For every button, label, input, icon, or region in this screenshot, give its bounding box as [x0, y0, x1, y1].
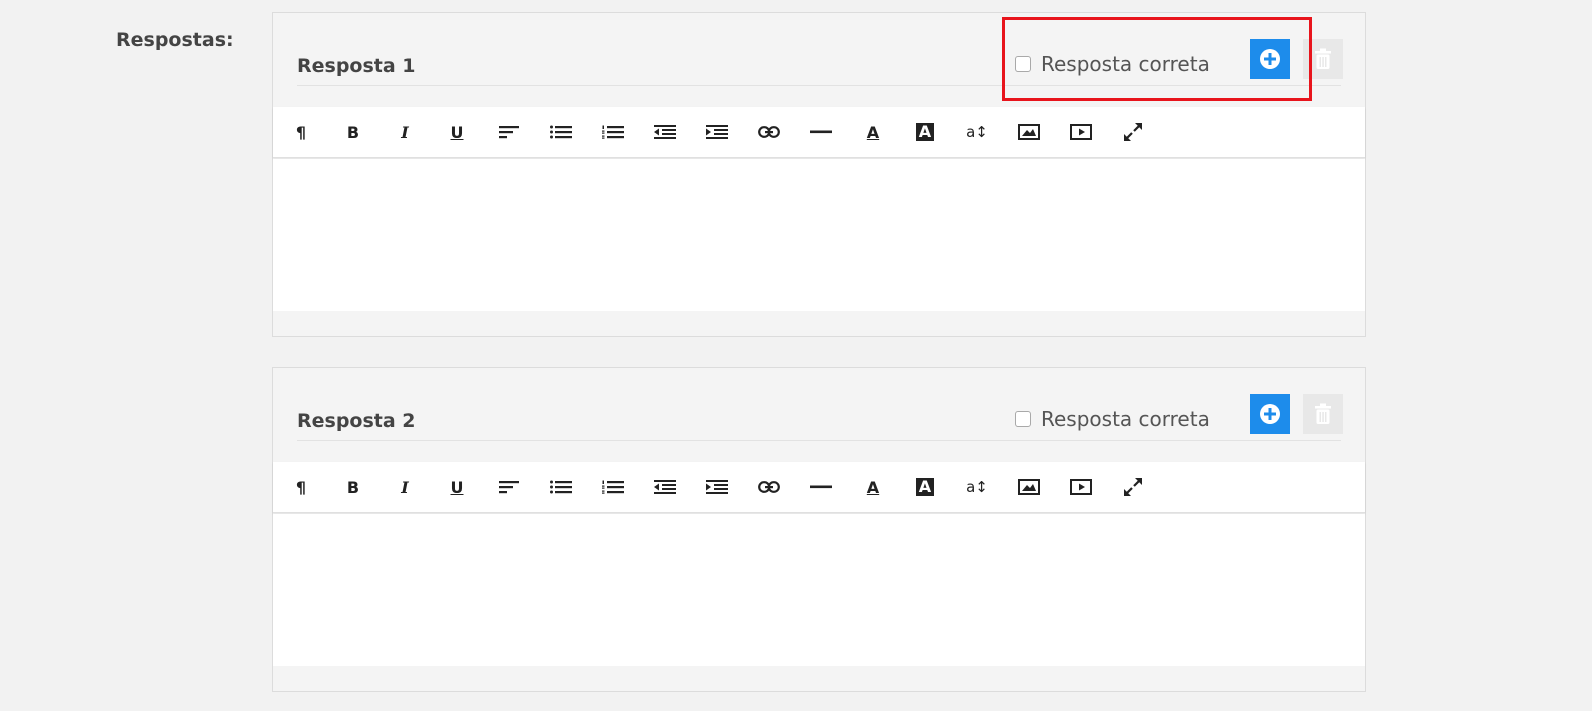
font-size-icon: a↕	[966, 123, 988, 141]
trash-icon	[1315, 403, 1331, 424]
link-icon	[758, 126, 780, 138]
background-color-button[interactable]: A	[911, 120, 939, 144]
paragraph-icon: ¶	[295, 477, 307, 497]
italic-button[interactable]: I	[391, 475, 419, 499]
bullet-list-icon	[550, 125, 572, 139]
highlight-annotation-box	[1002, 17, 1312, 101]
fullscreen-button[interactable]	[1119, 120, 1147, 144]
horizontal-rule-button[interactable]	[807, 475, 835, 499]
insert-image-button[interactable]	[1015, 120, 1043, 144]
background-color-icon: A	[915, 123, 935, 141]
italic-icon: I	[401, 477, 409, 497]
expand-icon	[1124, 478, 1142, 496]
indent-icon	[706, 480, 728, 494]
font-color-button[interactable]: A	[859, 120, 887, 144]
font-size-icon: a↕	[966, 478, 988, 496]
link-button[interactable]	[755, 475, 783, 499]
link-button[interactable]	[755, 120, 783, 144]
answer-editor-area[interactable]	[273, 514, 1365, 666]
underline-icon: U	[450, 477, 464, 497]
outdent-icon	[654, 125, 676, 139]
align-left-icon	[499, 126, 519, 139]
insert-image-button[interactable]	[1015, 475, 1043, 499]
outdent-icon	[654, 480, 676, 494]
editor-toolbar: ¶ B I U A A a↕	[273, 107, 1365, 158]
expand-icon	[1124, 123, 1142, 141]
image-icon	[1018, 124, 1040, 140]
insert-video-button[interactable]	[1067, 475, 1095, 499]
bold-button[interactable]: B	[339, 120, 367, 144]
background-color-button[interactable]: A	[911, 475, 939, 499]
video-icon	[1070, 479, 1092, 495]
numbered-list-icon	[602, 480, 624, 494]
background-color-icon: A	[915, 478, 935, 496]
correct-answer-checkbox[interactable]	[1015, 411, 1031, 427]
font-color-icon: A	[866, 477, 880, 497]
delete-answer-button[interactable]	[1303, 394, 1343, 434]
indent-button[interactable]	[703, 475, 731, 499]
outdent-button[interactable]	[651, 120, 679, 144]
ordered-list-button[interactable]	[599, 120, 627, 144]
answer-title: Resposta 1	[297, 55, 416, 77]
font-color-button[interactable]: A	[859, 475, 887, 499]
font-size-button[interactable]: a↕	[963, 475, 991, 499]
paragraph-icon: ¶	[295, 122, 307, 142]
answer-header: Resposta 2 Resposta correta	[297, 368, 1343, 441]
bullet-list-icon	[550, 480, 572, 494]
fullscreen-button[interactable]	[1119, 475, 1147, 499]
outdent-button[interactable]	[651, 475, 679, 499]
trash-icon	[1315, 48, 1331, 69]
image-icon	[1018, 479, 1040, 495]
editor-toolbar: ¶ B I U A A a↕	[273, 462, 1365, 513]
align-left-icon	[499, 481, 519, 494]
italic-button[interactable]: I	[391, 120, 419, 144]
plus-circle-icon	[1260, 404, 1280, 424]
correct-answer-label[interactable]: Resposta correta	[1041, 407, 1210, 431]
horizontal-rule-button[interactable]	[807, 120, 835, 144]
video-icon	[1070, 124, 1092, 140]
answer-title: Resposta 2	[297, 410, 416, 432]
font-size-button[interactable]: a↕	[963, 120, 991, 144]
bold-icon: B	[346, 122, 360, 142]
field-label: Respostas:	[116, 29, 234, 51]
insert-video-button[interactable]	[1067, 120, 1095, 144]
answer-editor-area[interactable]	[273, 159, 1365, 311]
align-button[interactable]	[495, 120, 523, 144]
paragraph-button[interactable]: ¶	[287, 120, 315, 144]
italic-icon: I	[401, 122, 409, 142]
horizontal-line-icon	[810, 485, 832, 489]
ordered-list-button[interactable]	[599, 475, 627, 499]
unordered-list-button[interactable]	[547, 475, 575, 499]
underline-button[interactable]: U	[443, 475, 471, 499]
indent-icon	[706, 125, 728, 139]
bold-icon: B	[346, 477, 360, 497]
align-button[interactable]	[495, 475, 523, 499]
link-icon	[758, 481, 780, 493]
paragraph-button[interactable]: ¶	[287, 475, 315, 499]
unordered-list-button[interactable]	[547, 120, 575, 144]
indent-button[interactable]	[703, 120, 731, 144]
correct-answer-option[interactable]: Resposta correta	[1015, 406, 1210, 432]
bold-button[interactable]: B	[339, 475, 367, 499]
horizontal-line-icon	[810, 130, 832, 134]
font-color-icon: A	[866, 122, 880, 142]
add-answer-button[interactable]	[1250, 394, 1290, 434]
underline-button[interactable]: U	[443, 120, 471, 144]
answer-panel-2: Resposta 2 Resposta correta ¶ B I U A A …	[272, 367, 1366, 692]
numbered-list-icon	[602, 125, 624, 139]
underline-icon: U	[450, 122, 464, 142]
